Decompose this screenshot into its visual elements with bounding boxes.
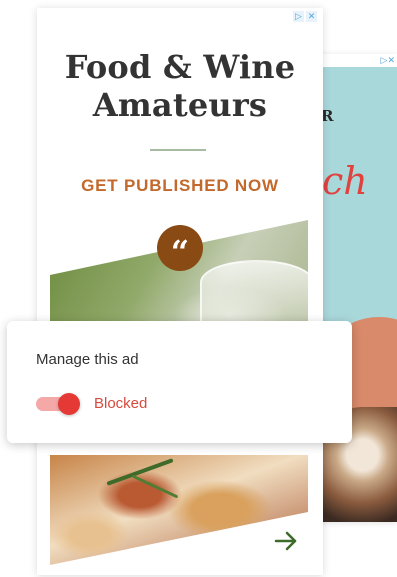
roast-chicken-photo — [50, 455, 308, 565]
manage-ad-popup: Manage this ad Blocked — [7, 321, 352, 443]
quote-icon: “ — [157, 225, 203, 271]
block-ad-toggle[interactable] — [36, 393, 82, 415]
cta-link[interactable]: GET PUBLISHED NOW — [37, 176, 323, 196]
back-ad-image: R ch — [320, 67, 397, 522]
play-triangle-icon[interactable]: ▷ — [293, 11, 304, 22]
arrow-right-icon[interactable] — [273, 528, 299, 554]
toggle-knob — [58, 393, 80, 415]
manage-ad-title: Manage this ad — [36, 351, 139, 368]
ad-title: Food & Wine Amateurs — [37, 48, 323, 124]
food-wine-ad-card[interactable]: ▷ ✕ Food & Wine Amateurs GET PUBLISHED N… — [37, 8, 323, 575]
back-ad-script-text: ch — [322, 159, 368, 203]
title-divider — [150, 149, 206, 151]
adchoices[interactable]: ▷ ✕ — [293, 11, 317, 22]
herb-sprig — [131, 474, 179, 499]
close-x-icon[interactable]: ✕ — [306, 11, 317, 22]
back-adchoices-icon[interactable]: ▷✕ — [381, 55, 395, 66]
herb-sprig — [106, 458, 174, 486]
ad-title-line2: Amateurs — [92, 86, 268, 124]
ad-title-line1: Food & Wine — [64, 48, 296, 86]
toggle-label: Blocked — [94, 395, 148, 412]
